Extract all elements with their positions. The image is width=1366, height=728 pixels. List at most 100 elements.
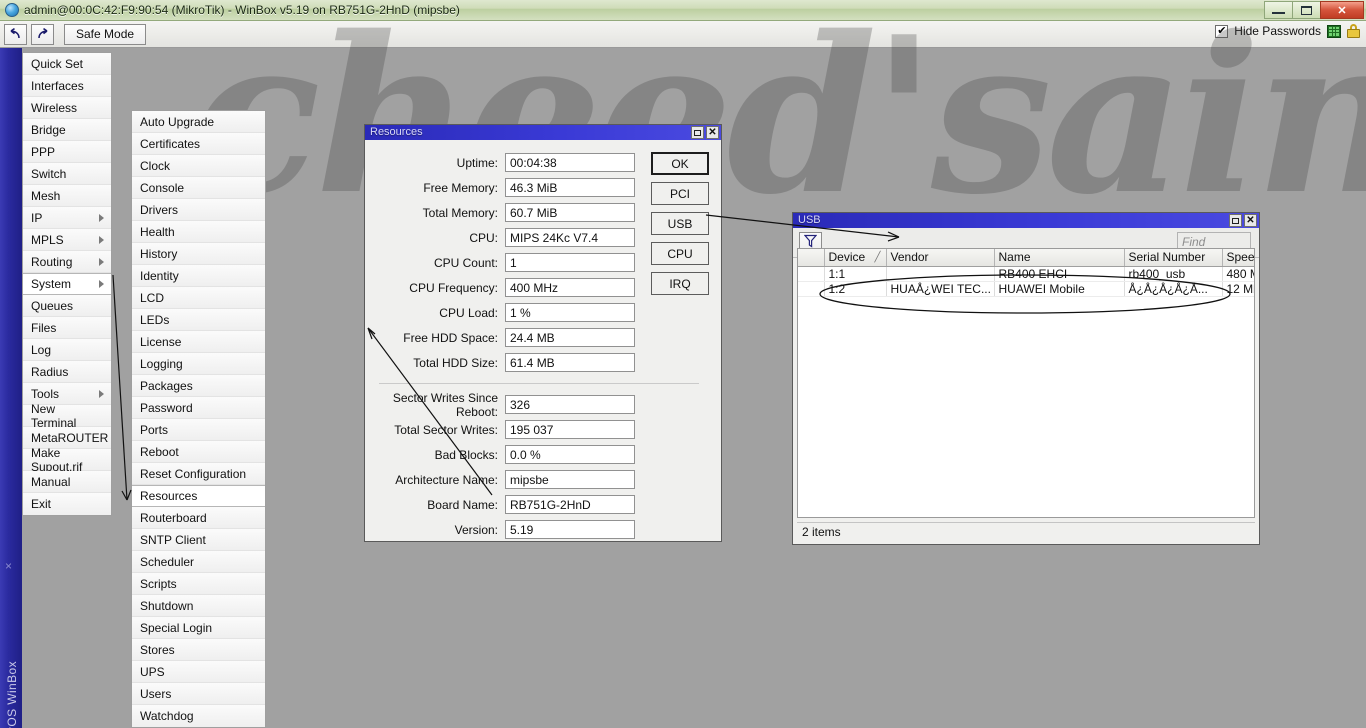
usb-column-select[interactable]	[798, 249, 825, 267]
usb-table-row[interactable]: 1:1 RB400 EHCIrb400_usb480 Mb...	[798, 266, 1254, 282]
menu-item-mesh[interactable]: Mesh	[23, 185, 111, 207]
system-menu-item-packages[interactable]: Packages	[132, 375, 265, 397]
system-menu-item-shutdown[interactable]: Shutdown	[132, 595, 265, 617]
system-menu-item-drivers[interactable]: Drivers	[132, 199, 265, 221]
chevron-right-icon	[99, 213, 104, 222]
minimize-button[interactable]	[1264, 1, 1293, 19]
resources-value-total-memory[interactable]: 60.7 MiB	[505, 203, 635, 222]
menu-item-switch[interactable]: Switch	[23, 163, 111, 185]
system-menu-item-identity[interactable]: Identity	[132, 265, 265, 287]
usb-cell-device: 1:2	[824, 281, 887, 297]
system-menu-item-scheduler[interactable]: Scheduler	[132, 551, 265, 573]
lock-icon[interactable]	[1347, 24, 1360, 38]
undo-button[interactable]	[4, 23, 27, 45]
usb-restore-button[interactable]	[1229, 214, 1242, 227]
usb-table-row[interactable]: 1:2 HUAÅ¿WEI TEC... HUAWEI Mobile Å¿Å¿Å¿Å¿Å…	[798, 281, 1254, 297]
usb-column-device[interactable]: Device ╱	[824, 249, 887, 267]
close-button[interactable]: ✕	[1320, 1, 1364, 19]
resources-value-bad-blocks[interactable]: 0.0 %	[505, 445, 635, 464]
system-menu-item-sntp-client[interactable]: SNTP Client	[132, 529, 265, 551]
system-menu-item-label: Shutdown	[140, 598, 194, 613]
system-menu-item-history[interactable]: History	[132, 243, 265, 265]
system-menu-item-certificates[interactable]: Certificates	[132, 133, 265, 155]
system-menu-item-auto-upgrade[interactable]: Auto Upgrade	[132, 111, 265, 133]
system-menu-item-ports[interactable]: Ports	[132, 419, 265, 441]
system-menu-item-scripts[interactable]: Scripts	[132, 573, 265, 595]
system-menu-item-license[interactable]: License	[132, 331, 265, 353]
resources-value-cpu-frequency[interactable]: 400 MHz	[505, 278, 635, 297]
resources-value-free-hdd-space[interactable]: 24.4 MB	[505, 328, 635, 347]
menu-item-manual[interactable]: Manual	[23, 471, 111, 493]
resources-value-sector-writes-since-reboot[interactable]: 326	[505, 395, 635, 414]
usb-cell-vendor	[886, 266, 995, 282]
system-menu-item-ups[interactable]: UPS	[132, 661, 265, 683]
system-menu-item-password[interactable]: Password	[132, 397, 265, 419]
system-menu-item-logging[interactable]: Logging	[132, 353, 265, 375]
menu-item-log[interactable]: Log	[23, 339, 111, 361]
resources-usb-button[interactable]: USB	[651, 212, 709, 235]
resources-value-cpu[interactable]: MIPS 24Kc V7.4	[505, 228, 635, 247]
usb-column-vendor[interactable]: Vendor	[886, 249, 995, 267]
menu-item-radius[interactable]: Radius	[23, 361, 111, 383]
rail-close-icon[interactable]: ×	[5, 560, 12, 572]
resources-value-version[interactable]: 5.19	[505, 520, 635, 539]
resources-label-total-memory: Total Memory:	[422, 205, 498, 220]
resources-title-bar[interactable]: Resources ✕	[365, 125, 721, 140]
menu-item-wireless[interactable]: Wireless	[23, 97, 111, 119]
usb-window-title: USB	[798, 214, 821, 226]
system-menu-item-clock[interactable]: Clock	[132, 155, 265, 177]
usb-column-name[interactable]: Name	[994, 249, 1125, 267]
hide-passwords-checkbox[interactable]: ✔	[1215, 24, 1229, 38]
menu-item-routing[interactable]: Routing	[23, 251, 111, 273]
system-menu-item-resources[interactable]: Resources	[132, 485, 265, 507]
resources-value-board-name[interactable]: RB751G-2HnD	[505, 495, 635, 514]
system-menu-item-watchdog[interactable]: Watchdog	[132, 705, 265, 727]
resources-value-cpu-load[interactable]: 1 %	[505, 303, 635, 322]
resources-restore-button[interactable]	[691, 126, 704, 139]
resources-value-architecture-name[interactable]: mipsbe	[505, 470, 635, 489]
menu-item-mpls[interactable]: MPLS	[23, 229, 111, 251]
system-menu-item-console[interactable]: Console	[132, 177, 265, 199]
resources-row-bad-blocks: Bad Blocks: 0.0 %	[365, 442, 721, 467]
usb-column-label: Name	[998, 250, 1031, 265]
usb-title-bar[interactable]: USB ✕	[793, 213, 1259, 228]
safe-mode-button[interactable]: Safe Mode	[64, 23, 147, 45]
menu-item-interfaces[interactable]: Interfaces	[23, 75, 111, 97]
menu-item-bridge[interactable]: Bridge	[23, 119, 111, 141]
menu-item-queues[interactable]: Queues	[23, 295, 111, 317]
system-menu-item-routerboard[interactable]: Routerboard	[132, 507, 265, 529]
menu-item-ip[interactable]: IP	[23, 207, 111, 229]
menu-item-make-supout-rif[interactable]: Make Supout.rif	[23, 446, 111, 474]
usb-close-button[interactable]: ✕	[1244, 214, 1257, 227]
menu-item-files[interactable]: Files	[23, 317, 111, 339]
usb-column-speed[interactable]: Speed	[1222, 249, 1254, 267]
resources-pci-button[interactable]: PCI	[651, 182, 709, 205]
resources-value-free-memory[interactable]: 46.3 MiB	[505, 178, 635, 197]
system-menu-item-health[interactable]: Health	[132, 221, 265, 243]
system-menu-item-reboot[interactable]: Reboot	[132, 441, 265, 463]
usb-device-grid[interactable]: Device ╱ Vendor Name Serial Number Speed 1:1 R…	[797, 248, 1255, 518]
menu-item-exit[interactable]: Exit	[23, 493, 111, 515]
menu-item-system[interactable]: System	[23, 273, 111, 295]
resources-ok-button[interactable]: OK	[651, 152, 709, 175]
restore-button[interactable]	[1292, 1, 1321, 19]
resources-cpu-button[interactable]: CPU	[651, 242, 709, 265]
resources-value-total-sector-writes[interactable]: 195 037	[505, 420, 635, 439]
usb-column-serial-number[interactable]: Serial Number	[1124, 249, 1223, 267]
resources-value-uptime[interactable]: 00:04:38	[505, 153, 635, 172]
system-menu-item-lcd[interactable]: LCD	[132, 287, 265, 309]
menu-item-new-terminal[interactable]: New Terminal	[23, 402, 111, 430]
resources-close-button[interactable]: ✕	[706, 126, 719, 139]
resources-value-total-hdd-size[interactable]: 61.4 MB	[505, 353, 635, 372]
menu-item-quick-set[interactable]: Quick Set	[23, 53, 111, 75]
grid-icon[interactable]	[1327, 24, 1341, 38]
system-menu-item-leds[interactable]: LEDs	[132, 309, 265, 331]
system-menu-item-special-login[interactable]: Special Login	[132, 617, 265, 639]
system-menu-item-users[interactable]: Users	[132, 683, 265, 705]
system-menu-item-reset-configuration[interactable]: Reset Configuration	[132, 463, 265, 485]
system-menu-item-stores[interactable]: Stores	[132, 639, 265, 661]
resources-value-cpu-count[interactable]: 1	[505, 253, 635, 272]
menu-item-ppp[interactable]: PPP	[23, 141, 111, 163]
redo-button[interactable]	[31, 23, 54, 45]
resources-irq-button[interactable]: IRQ	[651, 272, 709, 295]
